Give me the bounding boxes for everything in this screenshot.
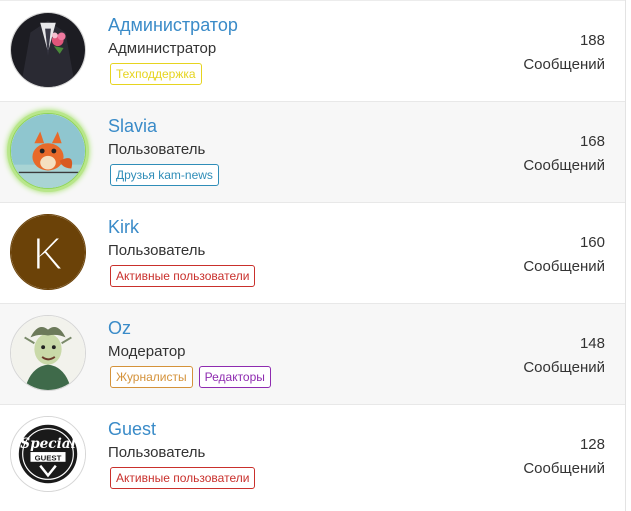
user-avatar[interactable] [10, 12, 86, 88]
group-badge[interactable]: Друзья kam-news [110, 164, 219, 186]
user-row: Slavia Пользователь Друзья kam-news 168 … [0, 101, 625, 202]
post-count-value: 148 [579, 335, 605, 352]
user-role: Пользователь [108, 141, 206, 158]
cartoon-wizard-avatar [11, 316, 85, 390]
user-avatar[interactable] [10, 315, 86, 391]
user-row: Special GUEST Guest Пользователь Активны… [0, 404, 625, 505]
post-count: 160 Сообщений [523, 231, 605, 279]
user-role: Модератор [108, 343, 186, 360]
group-badge[interactable]: Редакторы [198, 366, 271, 388]
user-avatar[interactable]: K [10, 214, 86, 290]
special-guest-logo-avatar: Special GUEST [11, 417, 85, 491]
post-count-label: Сообщений [523, 258, 605, 275]
man-in-suit-with-flower-avatar [11, 13, 85, 87]
group-badge[interactable]: Техподдержка [110, 63, 202, 85]
user-role: Пользователь [108, 242, 206, 259]
post-count-value: 168 [579, 133, 605, 150]
user-avatar[interactable]: Special GUEST [10, 416, 86, 492]
user-name-link[interactable]: Guest [108, 418, 156, 440]
post-count-label: Сообщений [523, 359, 605, 376]
avatar-logo-text: Special [20, 436, 76, 452]
cartoon-fox-avatar [11, 114, 85, 188]
user-name-link[interactable]: Администратор [108, 14, 238, 36]
user-groups: Активные пользователи [110, 467, 256, 489]
user-groups: Активные пользователи [110, 265, 256, 287]
user-row: Oz Модератор Журналисты Редакторы 148 Со… [0, 303, 625, 404]
user-name-link[interactable]: Kirk [108, 216, 139, 238]
avatar-logo-text: GUEST [35, 453, 62, 462]
post-count: 148 Сообщений [523, 332, 605, 380]
user-row: K Kirk Пользователь Активные пользовател… [0, 202, 625, 303]
avatar-letter: K [32, 228, 63, 280]
group-badge[interactable]: Активные пользователи [110, 467, 256, 489]
post-count-value: 128 [579, 436, 605, 453]
post-count: 168 Сообщений [523, 130, 605, 178]
post-count: 188 Сообщений [523, 29, 605, 77]
user-avatar[interactable] [10, 113, 86, 189]
letter-k-avatar: K [11, 215, 85, 289]
post-count-label: Сообщений [523, 56, 605, 73]
user-groups: Техподдержка [110, 63, 202, 85]
user-role: Пользователь [108, 444, 206, 461]
user-groups: Журналисты Редакторы [110, 366, 271, 388]
user-role: Администратор [108, 40, 217, 57]
post-count-value: 188 [579, 32, 605, 49]
post-count-value: 160 [579, 234, 605, 251]
post-count-label: Сообщений [523, 157, 605, 174]
user-row: Администратор Администратор Техподдержка… [0, 0, 625, 101]
group-badge[interactable]: Журналисты [110, 366, 193, 388]
group-badge[interactable]: Активные пользователи [110, 265, 256, 287]
user-list: Администратор Администратор Техподдержка… [0, 0, 626, 511]
user-name-link[interactable]: Oz [108, 317, 131, 339]
user-name-link[interactable]: Slavia [108, 115, 157, 137]
user-groups: Друзья kam-news [110, 164, 219, 186]
post-count-label: Сообщений [523, 460, 605, 477]
post-count: 128 Сообщений [523, 433, 605, 481]
